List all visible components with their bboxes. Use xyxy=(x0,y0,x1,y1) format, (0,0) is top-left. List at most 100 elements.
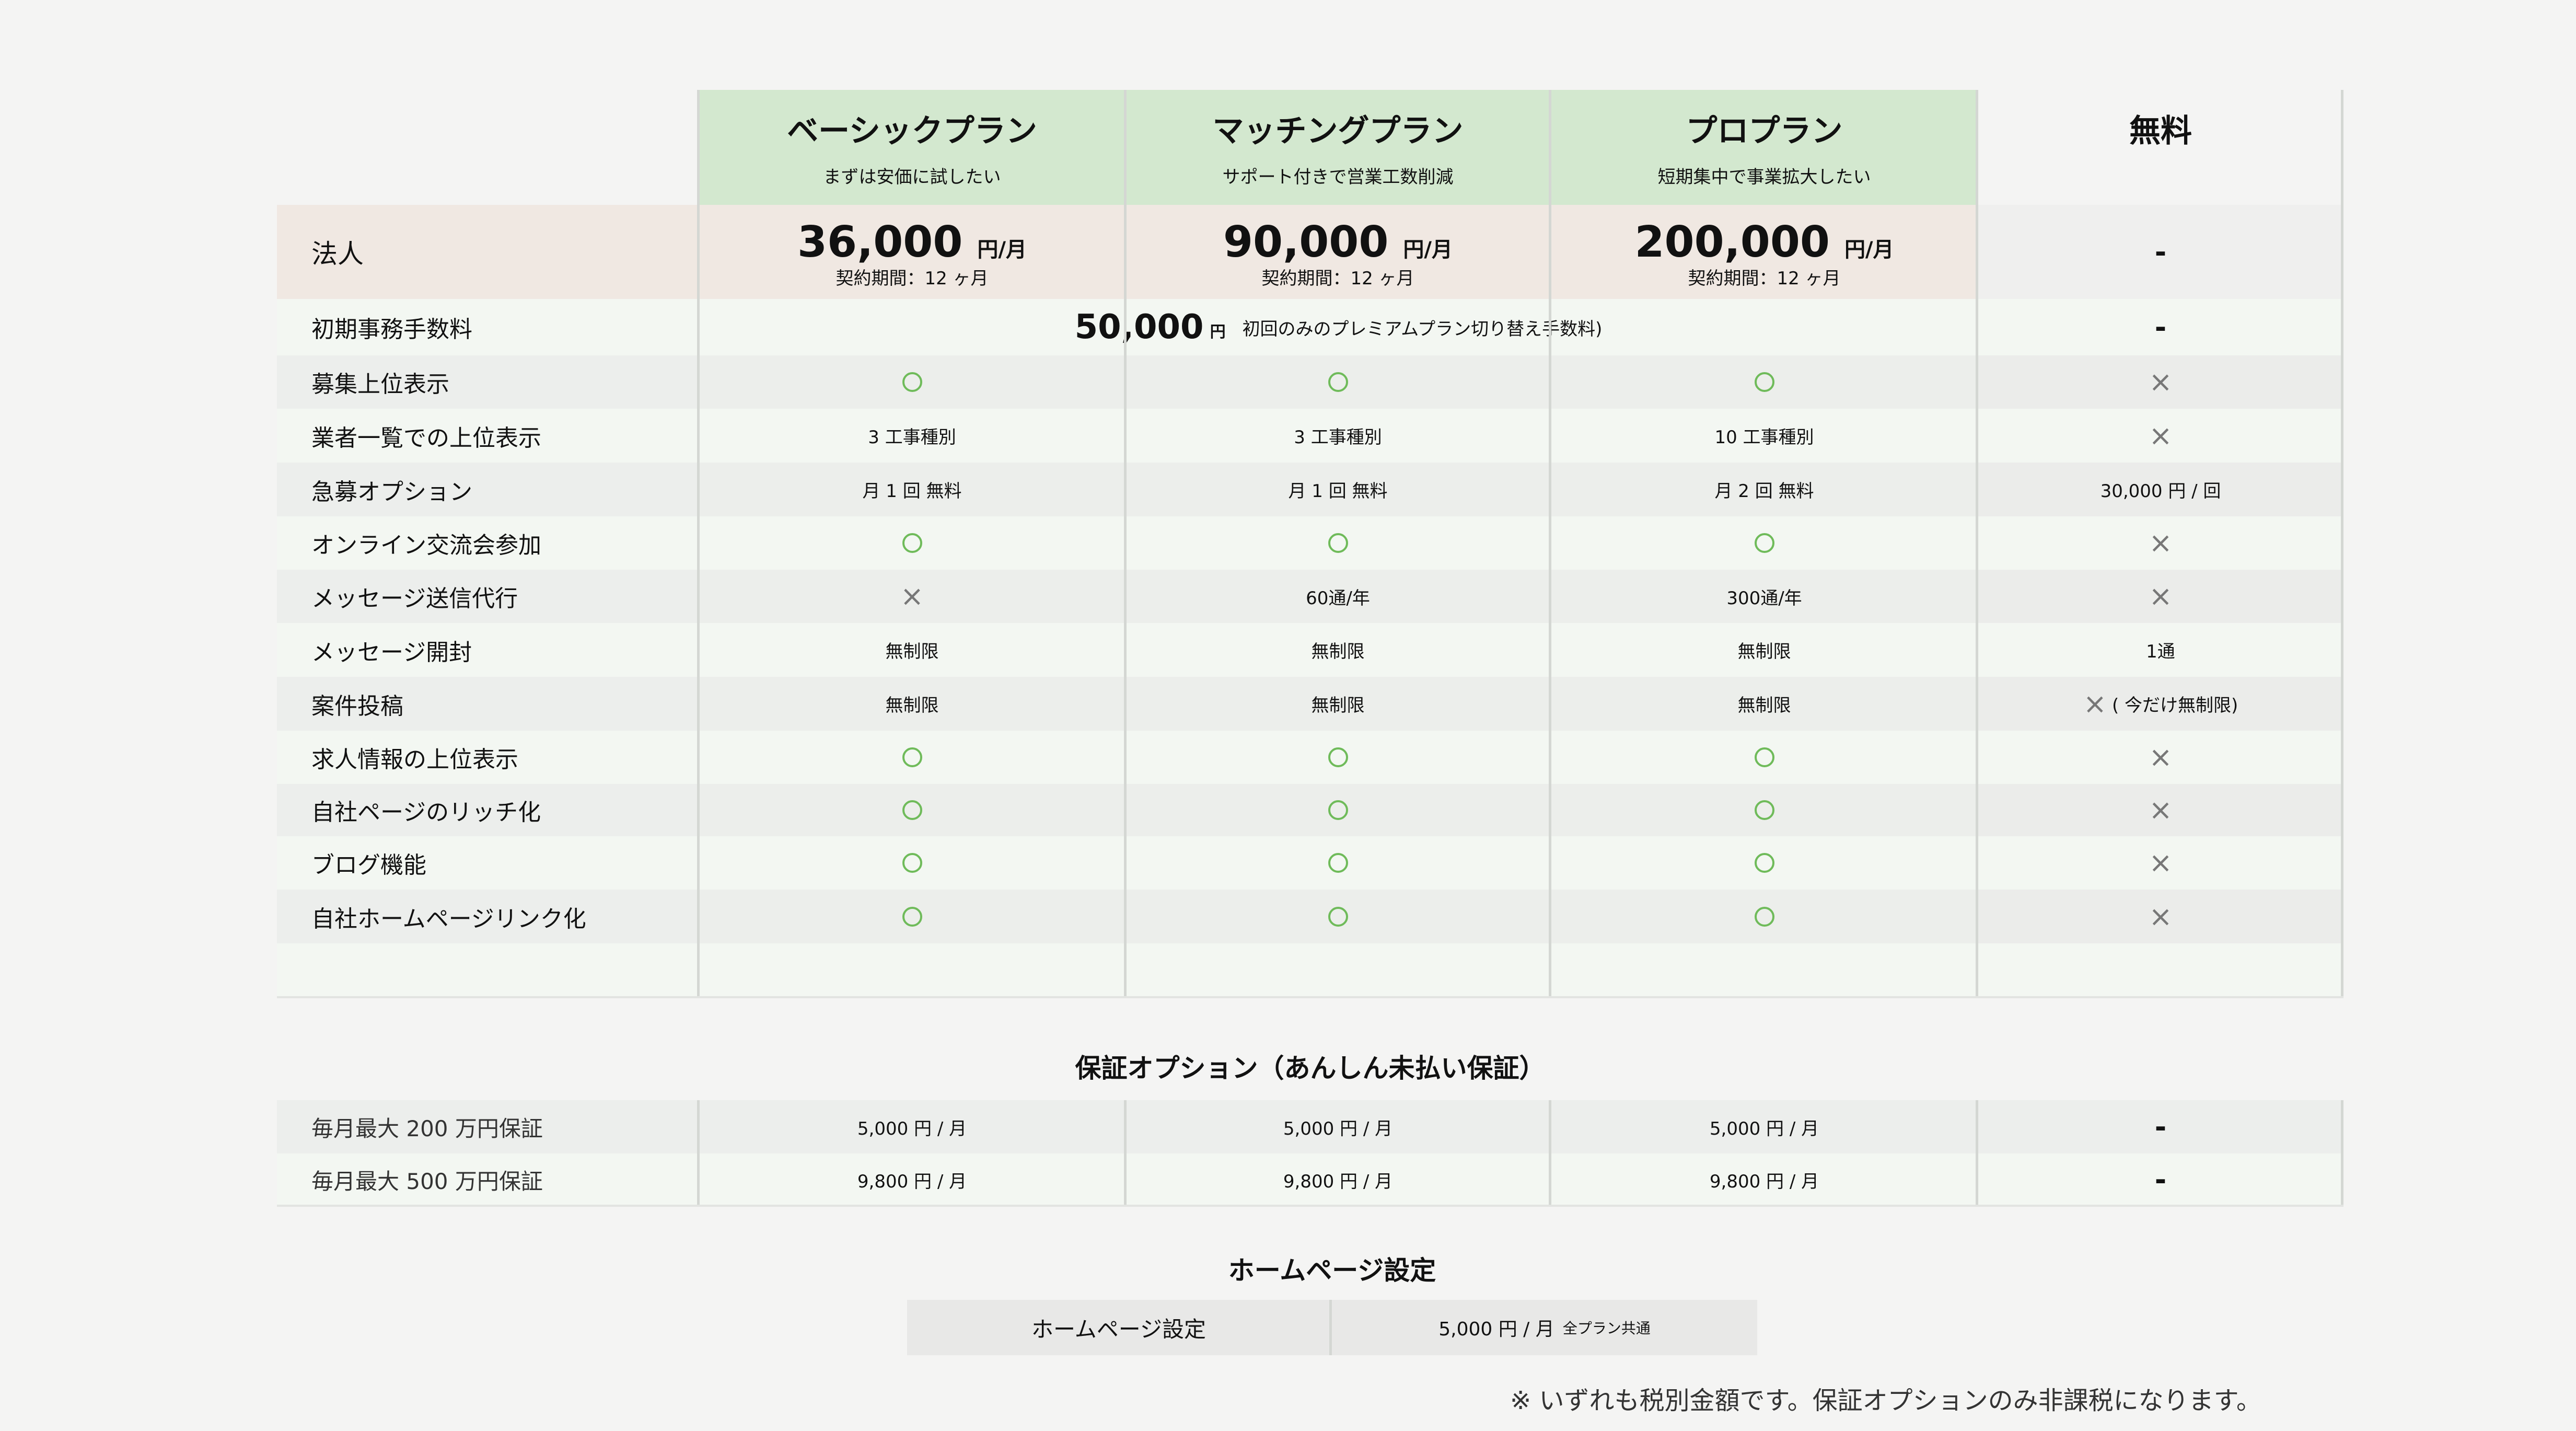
included-circle-icon xyxy=(902,533,922,553)
feature-value: 300通/年 xyxy=(1726,587,1802,609)
feature-value-cell xyxy=(1551,516,1978,570)
feature-value: 無制限 xyxy=(1737,641,1791,662)
guarantee-value: 9,800 円 / 月 xyxy=(857,1171,967,1192)
plan-name: 無料 xyxy=(2129,112,2192,149)
feature-value-cell xyxy=(699,731,1125,784)
column-divider xyxy=(697,90,700,997)
plan-header-free: 無料 xyxy=(1978,102,2343,154)
feature-value: 無制限 xyxy=(1737,695,1791,716)
plan-price-unit: 円/月 xyxy=(1844,238,1894,262)
initial-fee-free-value: - xyxy=(2154,310,2167,344)
column-divider xyxy=(697,1100,700,1206)
feature-value-cell: 月 2 回 無料 xyxy=(1551,463,1978,516)
feature-value-cell xyxy=(699,784,1125,836)
not-included-cross-icon: × xyxy=(2149,365,2173,398)
included-circle-icon xyxy=(902,372,922,392)
column-divider xyxy=(1549,1100,1551,1206)
initial-fee-value: 50,000 円 初回のみのプレミアムプラン切り替え手数料) xyxy=(699,299,1978,355)
feature-value: 月 1 回 無料 xyxy=(1288,481,1388,502)
feature-value-cell: 60通/年 xyxy=(1125,570,1551,623)
plan-price: 90,000 xyxy=(1223,217,1389,267)
feature-value-cell: 10 工事種別 xyxy=(1551,409,1978,463)
feature-value-cell: × xyxy=(1978,890,2343,943)
included-circle-icon xyxy=(902,800,922,820)
feature-value: ( 今だけ無制限) xyxy=(2111,695,2238,716)
plan-subtitle: 短期集中で事業拡大したい xyxy=(1657,166,1871,188)
tax-footnote: ※ いずれも税別金額です。保証オプションのみ非課税になります。 xyxy=(1510,1386,2261,1415)
plan-header-pro: プロプラン xyxy=(1551,102,1978,154)
guarantee-value: - xyxy=(2154,1110,2167,1144)
feature-value: 無制限 xyxy=(885,695,939,716)
column-divider xyxy=(1549,90,1551,997)
homepage-settings-value-cell: 5,000 円 / 月 全プラン共通 xyxy=(1332,1300,1757,1355)
feature-label: 業者一覧での上位表示 xyxy=(311,424,541,452)
plan-contract-term: 契約期間：12 ヶ月 xyxy=(1261,268,1414,289)
feature-value-cell: 30,000 円 / 回 xyxy=(1978,463,2343,516)
feature-value-cell: × xyxy=(699,570,1125,623)
feature-value-cell: 月 1 回 無料 xyxy=(1125,463,1551,516)
plan-contract-term: 契約期間：12 ヶ月 xyxy=(836,268,989,289)
column-divider xyxy=(2341,90,2343,997)
plan-price: 200,000 xyxy=(1634,217,1830,267)
feature-value-cell xyxy=(699,516,1125,570)
included-circle-icon xyxy=(902,853,922,873)
guarantee-label: 毎月最大 500 万円保証 xyxy=(311,1168,543,1194)
plan-header-basic: ベーシックプラン xyxy=(699,102,1125,154)
included-circle-icon xyxy=(1328,372,1348,392)
feature-value: 無制限 xyxy=(885,641,939,662)
feature-value: 月 2 回 無料 xyxy=(1714,481,1814,502)
guarantee-value: - xyxy=(2154,1163,2167,1196)
included-circle-icon xyxy=(1754,372,1774,392)
not-included-cross-icon: × xyxy=(2149,899,2173,933)
initial-fee-amount: 50,000 xyxy=(1074,308,1204,347)
feature-label: オンライン交流会参加 xyxy=(311,532,541,559)
column-divider xyxy=(2341,1100,2343,1206)
column-divider xyxy=(1124,90,1127,997)
not-included-cross-icon: × xyxy=(2149,526,2173,559)
feature-value-cell: 3 工事種別 xyxy=(699,409,1125,463)
not-included-cross-icon: × xyxy=(2149,419,2173,452)
included-circle-icon xyxy=(1328,800,1348,820)
included-circle-icon xyxy=(902,906,922,927)
feature-label: 急募オプション xyxy=(311,478,472,505)
feature-value-cell: 無制限 xyxy=(699,623,1125,677)
feature-label: ブログ機能 xyxy=(311,852,426,879)
feature-value-cell: 3 工事種別 xyxy=(1125,409,1551,463)
plan-price: 36,000 xyxy=(797,217,963,267)
plan-price-line: 36,000 円/月 xyxy=(797,217,1027,267)
not-included-cross-icon: × xyxy=(2149,741,2173,774)
feature-value-cell: × xyxy=(1978,731,2343,784)
guarantee-value: 9,800 円 / 月 xyxy=(1283,1171,1393,1192)
feature-value-cell: 無制限 xyxy=(1551,623,1978,677)
not-included-cross-icon: × xyxy=(2149,793,2173,826)
feature-value-cell xyxy=(1551,355,1978,409)
feature-value-cell: 月 1 回 無料 xyxy=(699,463,1125,516)
feature-label: 求人情報の上位表示 xyxy=(311,746,518,773)
feature-value-cell: × xyxy=(1978,784,2343,836)
price-row-label: 法人 xyxy=(311,239,364,269)
table-bottom-border xyxy=(277,996,2343,998)
feature-value-cell xyxy=(699,355,1125,409)
plan-price-cell: 36,000 円/月 契約期間：12 ヶ月 xyxy=(699,205,1125,299)
feature-value-cell: × xyxy=(1978,409,2343,463)
feature-value-cell xyxy=(1125,784,1551,836)
feature-label: 自社ホームページリンク化 xyxy=(311,905,586,932)
feature-value-cell xyxy=(1551,890,1978,943)
not-included-cross-icon: × xyxy=(900,580,924,613)
included-circle-icon xyxy=(1754,747,1774,767)
included-circle-icon xyxy=(1754,533,1774,553)
guarantee-section-title: 保証オプション（あんしん未払い保証） xyxy=(1075,1053,1546,1083)
feature-value-cell: × xyxy=(1978,516,2343,570)
feature-value-cell xyxy=(1125,355,1551,409)
guarantee-value: 5,000 円 / 月 xyxy=(857,1118,967,1139)
feature-value: 無制限 xyxy=(1311,641,1365,662)
not-included-cross-icon: × xyxy=(2149,580,2173,613)
feature-value-cell: ×( 今だけ無制限) xyxy=(1978,677,2343,731)
column-divider xyxy=(1976,1100,1978,1206)
homepage-settings-label: ホームページ設定 xyxy=(1031,1316,1206,1342)
feature-value: 3 工事種別 xyxy=(868,427,956,448)
plan-price-cell: 200,000 円/月 契約期間：12 ヶ月 xyxy=(1551,205,1978,299)
plan-name: プロプラン xyxy=(1686,112,1843,149)
homepage-section-title: ホームページ設定 xyxy=(1228,1255,1436,1286)
feature-value: 月 1 回 無料 xyxy=(862,481,962,502)
